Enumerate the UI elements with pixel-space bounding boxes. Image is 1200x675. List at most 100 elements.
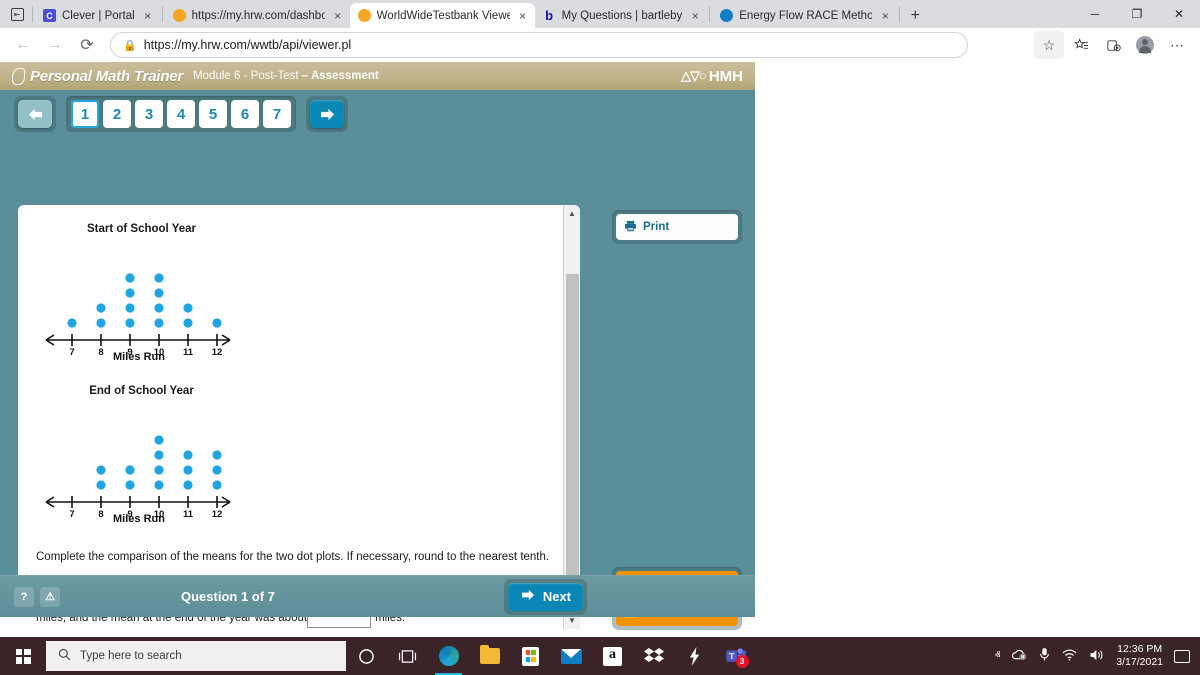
page-button-5[interactable]: 5 (199, 100, 227, 128)
browser-tab-bartleby[interactable]: b My Questions | bartleby × (535, 3, 708, 28)
maximize-button[interactable]: ❐ (1116, 0, 1158, 28)
lock-icon: 🔒 (123, 39, 137, 52)
dotplot-xlabel: Miles Run (113, 513, 165, 525)
page-button-2[interactable]: 2 (103, 100, 131, 128)
page-button-4[interactable]: 4 (167, 100, 195, 128)
window-restore-icon[interactable]: ⇤ (4, 0, 30, 28)
taskbar-clock[interactable]: 12:36 PM 3/17/2021 (1116, 643, 1163, 669)
module-name: Module 6 - Post-Test (193, 70, 299, 82)
tab-divider (161, 6, 163, 22)
wifi-icon[interactable] (1061, 648, 1078, 664)
profile-avatar[interactable] (1130, 31, 1160, 59)
taskbar-app-dropbox[interactable] (633, 637, 674, 675)
question-prompt: Complete the comparison of the means for… (36, 551, 550, 563)
app-logo: Personal Math Trainer (12, 67, 183, 85)
previous-question-button[interactable] (18, 100, 52, 128)
url-text: https://my.hrw.com/wwtb/api/viewer.pl (143, 38, 352, 52)
svg-text:7: 7 (69, 347, 74, 355)
windows-logo-icon (15, 648, 31, 664)
next-label: Next (542, 589, 571, 604)
scrollbar-track[interactable] (564, 222, 581, 612)
personal-math-trainer-app: Personal Math Trainer Module 6 - Post-Te… (0, 62, 755, 630)
browser-tab-strip: ⇤ C Clever | Portal × https://my.hrw.com… (0, 0, 1200, 28)
question-counter: Question 1 of 7 (181, 589, 275, 604)
taskbar-app-amazon[interactable]: a (592, 637, 633, 675)
taskbar-app-mail[interactable] (551, 637, 592, 675)
page-button-3[interactable]: 3 (135, 100, 163, 128)
taskbar-app-microsoft-teams[interactable]: T 3 (715, 637, 756, 675)
notification-icon[interactable] (1174, 649, 1190, 663)
taskbar-search-box[interactable]: Type here to search (46, 641, 346, 671)
alert-button[interactable]: ⚠ (40, 586, 60, 607)
hmh-logo: △▽○ HMH (681, 68, 743, 85)
back-icon[interactable]: ← (8, 31, 38, 59)
tab-title: https://my.hrw.com/dashboa (191, 9, 325, 22)
printer-icon (624, 220, 637, 235)
print-button[interactable]: Print (616, 214, 738, 240)
cortana-circle-icon[interactable] (346, 637, 387, 675)
next-button[interactable]: Next (507, 582, 583, 611)
arrow-right-icon (520, 589, 536, 604)
next-button-pad: Next (503, 578, 587, 615)
taskbar-app-microsoft-store[interactable] (510, 637, 551, 675)
help-button[interactable]: ? (14, 586, 34, 607)
tab-divider (32, 6, 33, 22)
windows-taskbar: Type here to search a T 3 ⱏ 12:36 PM 3/1… (0, 637, 1200, 675)
content-scrollbar[interactable]: ▲ ▼ (563, 205, 580, 629)
tray-chevron-icon[interactable]: ⱏ (995, 650, 1000, 663)
orange-dot-icon (357, 9, 371, 22)
favorites-list-icon[interactable] (1066, 31, 1096, 59)
taskbar-app-edge[interactable] (428, 637, 469, 675)
scrollbar-thumb[interactable] (565, 274, 579, 584)
tab-title: Energy Flow RACE Method (739, 9, 873, 22)
page-button-1[interactable]: 1 (71, 100, 99, 128)
forward-icon[interactable]: → (40, 31, 70, 59)
add-favorite-icon[interactable]: ☆ (1034, 31, 1064, 59)
speaker-icon[interactable] (1089, 648, 1105, 665)
svg-text:11: 11 (183, 347, 194, 355)
page-number-list: 1 2 3 4 5 6 7 (66, 96, 296, 132)
svg-text:8: 8 (98, 509, 103, 517)
reload-icon[interactable]: ⟳ (72, 31, 102, 59)
tab-close-icon[interactable]: × (141, 9, 155, 23)
start-button[interactable] (0, 637, 46, 675)
browser-tab-worldwidetestbank[interactable]: WorldWideTestbank Viewer × (349, 3, 535, 28)
bartleby-icon: b (545, 8, 554, 23)
module-breadcrumb: Module 6 - Post-Test – Assessment (193, 70, 379, 82)
minimize-button[interactable]: ─ (1074, 0, 1116, 28)
tab-title: Clever | Portal (62, 9, 135, 22)
browser-window: ⇤ C Clever | Portal × https://my.hrw.com… (0, 0, 1200, 675)
address-bar[interactable]: 🔒 https://my.hrw.com/wwtb/api/viewer.pl (110, 32, 968, 58)
tab-close-icon[interactable]: × (331, 9, 345, 23)
close-window-button[interactable]: ✕ (1158, 0, 1200, 28)
dotplot-end-of-school-year: End of School Year 7 8 9 10 11 12 Miles … (32, 385, 558, 525)
microphone-icon[interactable] (1039, 647, 1050, 665)
page-button-6[interactable]: 6 (231, 100, 259, 128)
dotplot-title: Start of School Year (86, 223, 197, 235)
scroll-up-icon[interactable]: ▲ (563, 205, 580, 222)
browser-tab-clever[interactable]: C Clever | Portal × (35, 3, 160, 28)
tab-title: My Questions | bartleby (561, 9, 683, 22)
collections-icon[interactable] (1098, 31, 1128, 59)
tab-close-icon[interactable]: × (516, 9, 530, 23)
browser-tab-hrw-dashboard[interactable]: https://my.hrw.com/dashboa × (165, 3, 350, 28)
page-button-7[interactable]: 7 (263, 100, 291, 128)
hmh-text: HMH (708, 67, 743, 85)
next-question-arrow-button[interactable] (310, 100, 344, 128)
svg-text:11: 11 (183, 509, 194, 517)
settings-menu-icon[interactable]: ⋯ (1162, 31, 1192, 59)
new-tab-button[interactable]: + (902, 3, 928, 28)
cloud-icon[interactable] (1011, 648, 1028, 664)
tab-close-icon[interactable]: × (878, 9, 892, 23)
toolbar-icons: ☆ ⋯ (1034, 31, 1192, 59)
prev-button-pad (14, 96, 56, 132)
browser-tab-energy-flow[interactable]: Energy Flow RACE Method × (712, 3, 897, 28)
browser-toolbar: ← → ⟳ 🔒 https://my.hrw.com/wwtb/api/view… (0, 28, 1200, 62)
tab-close-icon[interactable]: × (688, 9, 702, 23)
dotplot-end-svg: 7 8 9 10 11 12 (45, 435, 231, 517)
dotplot-xlabel: Miles Run (113, 351, 165, 363)
clock-time: 12:36 PM (1117, 642, 1163, 655)
task-view-icon[interactable] (387, 637, 428, 675)
taskbar-app-lightning[interactable] (674, 637, 715, 675)
taskbar-app-file-explorer[interactable] (469, 637, 510, 675)
